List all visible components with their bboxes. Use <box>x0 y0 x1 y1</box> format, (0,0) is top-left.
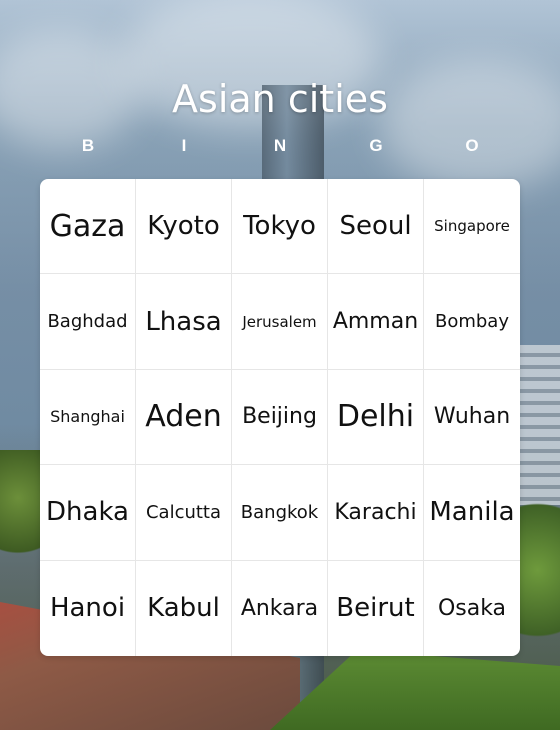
bingo-cell[interactable]: Kyoto <box>136 179 232 275</box>
trees-image <box>515 480 560 660</box>
bingo-letter-n: N <box>273 136 287 155</box>
bingo-letter-i: I <box>181 136 187 155</box>
bingo-cell[interactable]: Wuhan <box>424 370 520 466</box>
bingo-cell[interactable]: Amman <box>328 274 424 370</box>
bingo-cell[interactable]: Karachi <box>328 465 424 561</box>
bingo-letter-b: B <box>81 136 95 155</box>
bingo-cell[interactable]: Singapore <box>424 179 520 275</box>
bingo-grid: Gaza Kyoto Tokyo Seoul Singapore Baghdad… <box>40 179 520 656</box>
bingo-cell[interactable]: Hanoi <box>40 560 136 656</box>
bingo-cell[interactable]: Gaza <box>40 179 136 275</box>
trees-image <box>0 450 45 570</box>
bingo-cell[interactable]: Lhasa <box>136 274 232 370</box>
bingo-cell[interactable]: Shanghai <box>40 369 136 466</box>
bingo-cell[interactable]: Beijing <box>232 369 328 466</box>
bingo-letter-o: O <box>465 136 479 155</box>
bingo-letter-g: G <box>369 136 383 155</box>
bingo-cell[interactable]: Aden <box>136 369 232 466</box>
bingo-cell[interactable]: Delhi <box>328 369 424 466</box>
bingo-cell[interactable]: Baghdad <box>40 274 136 370</box>
bingo-cell[interactable]: Bangkok <box>232 465 328 561</box>
bingo-cell[interactable]: Seoul <box>328 179 424 275</box>
bingo-cell[interactable]: Ankara <box>232 560 328 656</box>
bingo-cell[interactable]: Bombay <box>424 274 520 370</box>
bingo-header: B I N G O <box>40 132 520 160</box>
bingo-cell[interactable]: Dhaka <box>40 465 136 561</box>
bingo-board: Gaza Kyoto Tokyo Seoul Singapore Baghdad… <box>40 179 520 656</box>
bingo-cell[interactable]: Calcutta <box>136 465 232 561</box>
bingo-cell[interactable]: Kabul <box>136 560 232 656</box>
bingo-cell[interactable]: Tokyo <box>232 179 328 275</box>
bingo-cell[interactable]: Osaka <box>424 561 520 656</box>
bingo-cell[interactable]: Beirut <box>328 560 424 656</box>
bingo-cell[interactable]: Manila <box>424 465 520 561</box>
bingo-cell[interactable]: Jerusalem <box>232 274 328 370</box>
page-title: Asian cities <box>172 77 388 122</box>
